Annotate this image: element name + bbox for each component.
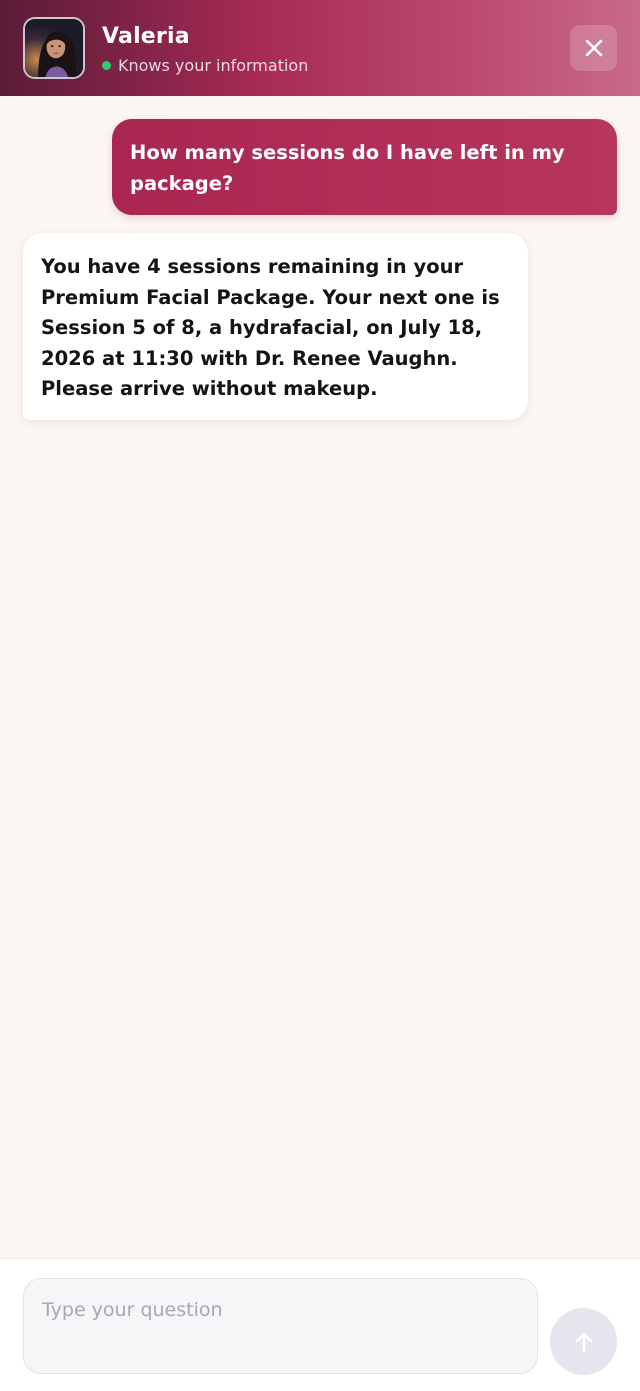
user-message-text: How many sessions do I have left in my p… — [130, 141, 565, 195]
user-message: How many sessions do I have left in my p… — [112, 119, 617, 215]
arrow-up-icon — [575, 1332, 592, 1352]
agent-avatar — [23, 17, 85, 79]
avatar-portrait-icon — [25, 19, 83, 77]
chat-header: Valeria Knows your information — [0, 0, 640, 96]
assistant-message: You have 4 sessions remaining in your Pr… — [23, 233, 528, 420]
online-status-dot — [102, 60, 111, 70]
assistant-message-text: You have 4 sessions remaining in your Pr… — [41, 255, 500, 400]
agent-name: Valeria — [102, 24, 190, 49]
question-input[interactable] — [23, 1278, 538, 1374]
close-button[interactable] — [570, 25, 617, 71]
status-text: Knows your information — [118, 55, 309, 75]
send-button[interactable] — [550, 1308, 617, 1375]
message-composer — [0, 1258, 640, 1391]
agent-status: Knows your information — [102, 55, 308, 75]
chat-app: Valeria Knows your information How many … — [0, 0, 640, 1391]
close-icon — [585, 39, 602, 57]
